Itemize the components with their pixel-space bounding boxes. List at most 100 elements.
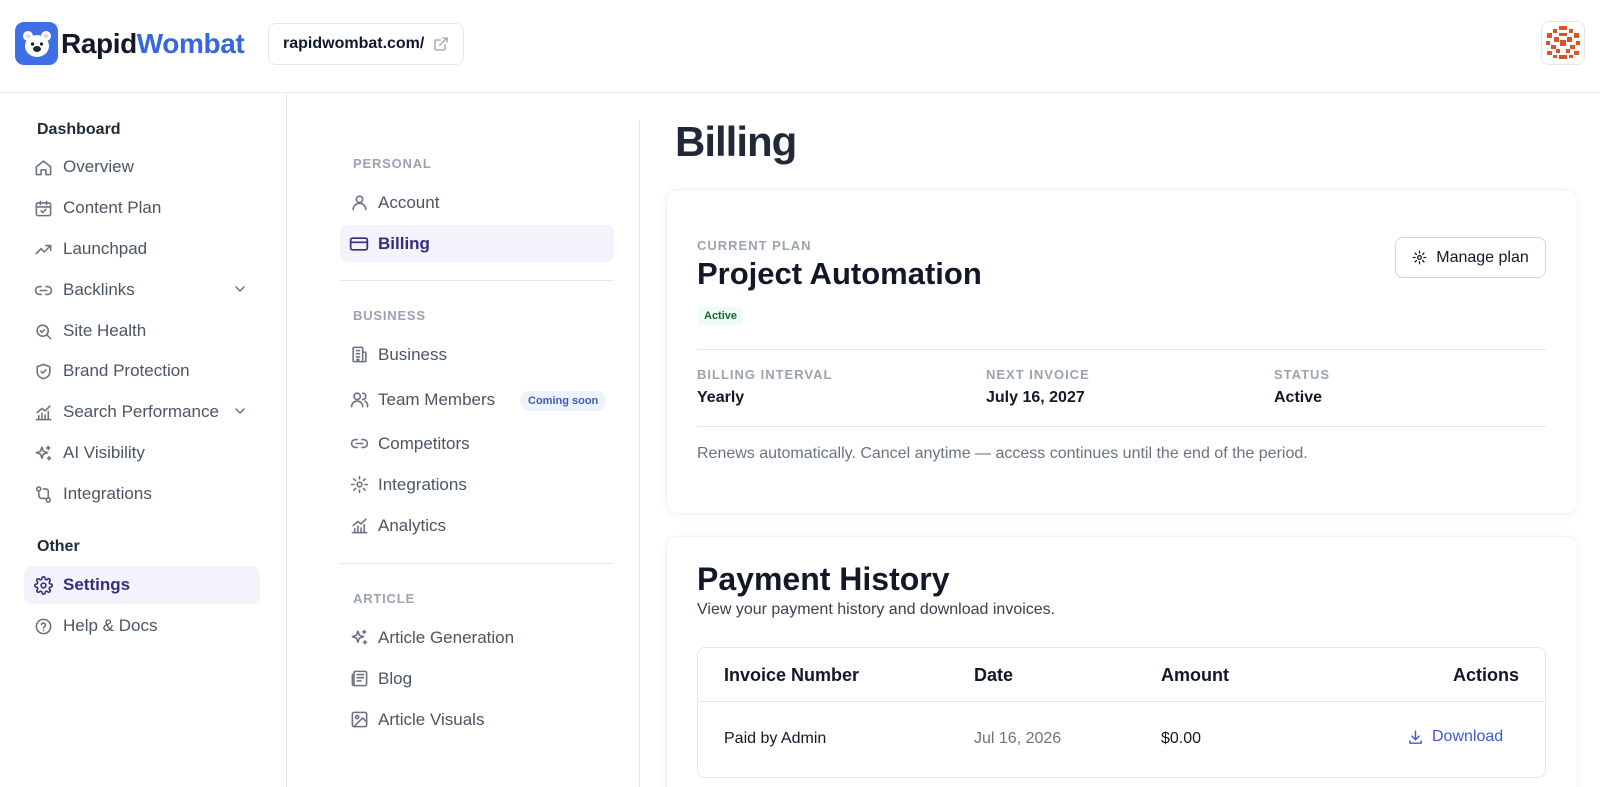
wombat-logo-icon: [15, 22, 58, 65]
settings-item-label: Team Members: [378, 389, 496, 409]
shield-check-icon: [33, 361, 53, 381]
settings-item-label: Business: [378, 344, 447, 364]
settings-item-article-visuals[interactable]: Article Visuals: [340, 701, 614, 738]
sidebar-item-brand-protection[interactable]: Brand Protection: [24, 352, 260, 390]
sidebar-item-settings[interactable]: Settings: [24, 566, 260, 604]
settings-item-analytics[interactable]: Analytics: [340, 507, 614, 544]
settings-item-integrations[interactable]: Integrations: [340, 466, 614, 503]
top-bar: RapidWombat rapidwombat.com/: [0, 0, 1600, 93]
column-header-date: Date: [974, 665, 1014, 685]
search-icon: [33, 321, 53, 341]
gear-icon: [33, 575, 53, 595]
sidebar-item-label: Brand Protection: [63, 361, 190, 380]
download-icon: [1407, 729, 1424, 746]
plan-status: STATUS Active: [1274, 367, 1330, 407]
brand-name-part1: Rapid: [61, 27, 137, 59]
building-icon: [349, 345, 369, 365]
sidebar-item-overview[interactable]: Overview: [24, 148, 260, 186]
column-header-actions: Actions: [1452, 665, 1519, 685]
status-label: STATUS: [1274, 367, 1331, 382]
sidebar-item-search-performance[interactable]: Search Performance: [24, 393, 260, 431]
column-header-amount: Amount: [1161, 665, 1229, 685]
settings-item-blog[interactable]: Blog: [340, 660, 614, 697]
image-icon: [349, 710, 369, 730]
sidebar-item-label: Overview: [63, 157, 134, 176]
chevron-down-icon[interactable]: [232, 281, 248, 297]
settings-item-billing[interactable]: Billing: [340, 225, 614, 262]
subnav-divider: [639, 120, 640, 787]
column-header-invoice: Invoice Number: [724, 665, 860, 685]
payment-history-table: Invoice Number Date Amount Actions Paid …: [697, 647, 1546, 778]
sidebar-item-ai-visibility[interactable]: AI Visibility: [24, 434, 260, 472]
plan-divider: [697, 349, 1546, 350]
next-invoice-label: NEXT INVOICE: [986, 367, 1090, 382]
plan-divider: [697, 426, 1546, 427]
sidebar-item-launchpad[interactable]: Launchpad: [24, 230, 260, 268]
gear-icon: [349, 475, 369, 495]
settings-divider: [340, 280, 614, 281]
next-invoice: NEXT INVOICE July 16, 2027: [986, 367, 1090, 407]
sidebar-item-site-health[interactable]: Site Health: [24, 312, 260, 350]
users-icon: [349, 390, 369, 410]
payment-history-card: Payment History View your payment histor…: [667, 537, 1577, 787]
settings-item-account[interactable]: Account: [340, 184, 614, 221]
settings-item-label: Integrations: [378, 474, 467, 494]
external-link-icon: [433, 36, 449, 52]
home-icon: [33, 157, 53, 177]
user-avatar[interactable]: [1541, 21, 1585, 65]
billing-interval-label: BILLING INTERVAL: [697, 367, 833, 382]
settings-item-article-generation[interactable]: Article Generation: [340, 619, 614, 656]
settings-item-label: Billing: [378, 233, 430, 253]
next-invoice-value: July 16, 2027: [986, 389, 1085, 406]
sidebar-item-help-docs[interactable]: Help & Docs: [24, 607, 260, 645]
brand-name: RapidWombat: [61, 27, 245, 60]
user-icon: [349, 193, 369, 213]
settings-item-label: Competitors: [378, 433, 470, 453]
settings-item-label: Article Generation: [378, 627, 515, 647]
amount-cell: $0.00: [1161, 730, 1202, 747]
billing-interval-value: Yearly: [697, 389, 745, 406]
manage-plan-label: Manage plan: [1436, 248, 1529, 266]
credit-card-icon: [349, 234, 369, 254]
settings-item-business[interactable]: Business: [340, 336, 614, 373]
plan-name: Project Automation: [697, 256, 982, 291]
settings-section-business: BUSINESS: [353, 308, 426, 323]
sidebar-item-label: AI Visibility: [63, 443, 145, 462]
renewal-note: Renews automatically. Cancel anytime — a…: [697, 445, 1308, 462]
sidebar-item-label: Integrations: [63, 484, 152, 503]
settings-divider: [340, 563, 614, 564]
sidebar-section-dashboard: Dashboard: [37, 121, 121, 138]
payment-history-title: Payment History: [697, 561, 950, 597]
settings-item-competitors[interactable]: Competitors: [340, 425, 614, 462]
link-icon: [349, 434, 369, 454]
sidebar-item-integrations[interactable]: Integrations: [24, 475, 260, 513]
sparkles-icon: [349, 628, 369, 648]
sparkles-icon: [33, 443, 53, 463]
sidebar-item-content-plan[interactable]: Content Plan: [24, 189, 260, 227]
sidebar-item-backlinks[interactable]: Backlinks: [24, 271, 260, 309]
domain-text: rapidwombat.com/: [283, 35, 425, 52]
settings-item-label: Analytics: [378, 515, 447, 535]
current-plan-label: CURRENT PLAN: [697, 238, 812, 253]
status-value: Active: [1274, 389, 1323, 406]
gear-icon: [1412, 250, 1427, 265]
chevron-down-icon[interactable]: [232, 403, 248, 419]
git-branch-icon: [33, 484, 53, 504]
sidebar-item-label: Settings: [63, 575, 131, 594]
current-plan-card: CURRENT PLAN Project Automation Active M…: [667, 190, 1577, 513]
settings-section-article: ARTICLE: [353, 591, 415, 606]
download-invoice-link[interactable]: Download: [1407, 728, 1503, 746]
sidebar-item-label: Site Health: [63, 321, 147, 340]
sidebar-item-label: Launchpad: [63, 239, 148, 258]
brand-logo[interactable]: RapidWombat: [15, 22, 245, 65]
help-circle-icon: [33, 616, 53, 636]
plan-status-badge: Active: [698, 307, 744, 325]
invoice-cell: Paid by Admin: [724, 730, 827, 747]
sidebar-item-label: Content Plan: [63, 198, 162, 217]
trending-up-icon: [33, 239, 53, 259]
table-header-divider: [698, 701, 1545, 702]
settings-item-team-members[interactable]: Team Members Coming soon: [340, 381, 614, 418]
page-title: Billing: [675, 118, 797, 165]
manage-plan-button[interactable]: Manage plan: [1395, 237, 1546, 278]
domain-link[interactable]: rapidwombat.com/: [268, 23, 465, 65]
